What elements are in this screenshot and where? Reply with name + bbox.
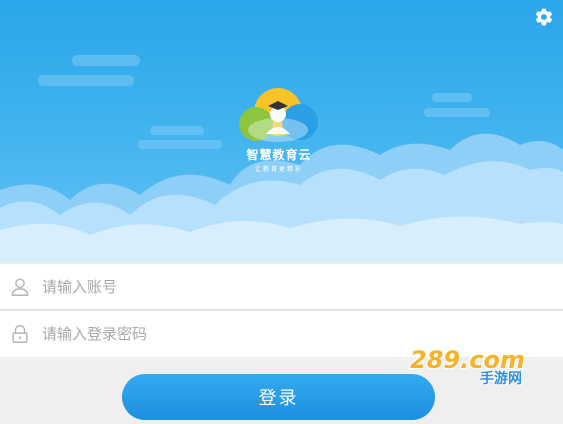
password-input[interactable] [42,325,522,343]
app-slogan: 让教育更精彩 [254,166,303,173]
app-title: 智慧教育云 [246,148,312,162]
gear-icon [535,8,553,26]
site-watermark: 289.com 手游网 [404,346,554,390]
account-field-row [0,264,563,310]
app-logo: 智慧教育云 让教育更精彩 [236,86,322,176]
graduate-cloud-logo [239,88,318,142]
watermark-text: 手游网 [480,371,522,387]
login-header: 智慧教育云 让教育更精彩 [0,0,563,262]
settings-button[interactable] [533,6,555,28]
account-input[interactable] [42,277,522,296]
login-button[interactable]: 登录 [122,374,435,420]
user-icon [2,276,38,298]
lock-icon [2,323,38,345]
